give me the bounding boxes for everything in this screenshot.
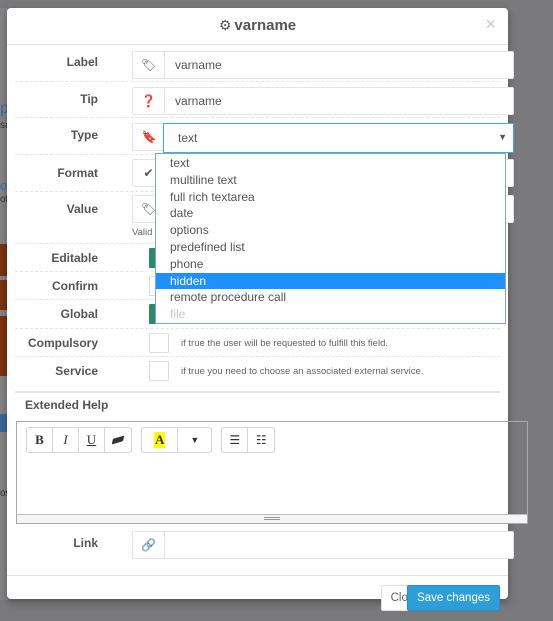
service-checkbox[interactable] (149, 361, 169, 381)
link-icon: 🔗 (133, 532, 165, 558)
eraser-icon (111, 435, 125, 445)
text-color-icon: A (154, 432, 166, 448)
label-input-group: 🏷 (132, 51, 514, 79)
modal-footer: Close Save changes (7, 575, 508, 611)
type-option[interactable]: predefined list (156, 239, 505, 256)
link-row: Link 🔗 (15, 526, 514, 566)
editor-content[interactable] (17, 458, 527, 514)
type-option[interactable]: options (156, 222, 505, 239)
close-icon[interactable]: × (485, 14, 496, 35)
tip-input-group: ❓ (132, 87, 514, 115)
caret-down-icon: ▼ (498, 132, 507, 142)
underline-button[interactable]: U (79, 428, 105, 452)
type-option[interactable]: phone (156, 256, 505, 273)
extended-help-editor: B I U A ▼ ☰ ☷ (16, 421, 528, 524)
list-ul-icon: ☰ (229, 433, 241, 447)
question-circle-icon: ❓ (133, 88, 165, 114)
compulsory-help-text: if true the user will be requested to fu… (181, 338, 388, 349)
tag-icon: 🏷 (133, 52, 165, 78)
modal-title-text: varname (234, 17, 297, 34)
type-option[interactable]: remote procedure call (156, 289, 505, 306)
type-field-label: Type (70, 128, 98, 142)
color-button[interactable]: A (142, 428, 179, 452)
service-help-text: if true you need to choose an associated… (181, 366, 424, 377)
tip-row: Tip ❓ (15, 82, 514, 118)
link-input[interactable] (165, 532, 513, 558)
italic-button[interactable]: I (53, 428, 79, 452)
editable-field-label: Editable (51, 251, 98, 265)
save-changes-button[interactable]: Save changes (407, 585, 500, 611)
color-group: A ▼ (141, 427, 213, 453)
extended-help-label: Extended Help (25, 398, 109, 412)
format-field-label: Format (57, 166, 98, 180)
type-option[interactable]: full rich textarea (156, 189, 505, 206)
modal-title: ⚙ varname (219, 17, 296, 34)
service-row: Service if true you need to choose an as… (15, 357, 500, 386)
type-option[interactable]: multiline text (156, 172, 505, 189)
label-field-label: Label (66, 55, 98, 69)
link-input-group: 🔗 (132, 531, 514, 559)
type-select[interactable]: text ▼ (163, 123, 514, 153)
unordered-list-button[interactable]: ☰ (222, 428, 249, 452)
resize-handle[interactable] (264, 517, 280, 520)
bookmark-icon: 🔖 (141, 130, 157, 144)
bold-button[interactable]: B (27, 428, 53, 452)
caret-down-icon: ▼ (190, 435, 200, 445)
editor-toolbar: B I U A ▼ ☰ ☷ (26, 427, 276, 453)
global-field-label: Global (60, 307, 98, 321)
service-field-label: Service (55, 364, 98, 378)
compulsory-row: Compulsory if true the user will be requ… (15, 329, 500, 357)
type-row: Type 🔖 text ▼ (15, 118, 514, 155)
value-field-label: Value (66, 202, 98, 216)
font-style-group: B I U (26, 427, 132, 453)
confirm-field-label: Confirm (52, 279, 98, 293)
type-option[interactable]: text (156, 155, 505, 172)
type-dropdown-list: text multiline text full rich textarea d… (155, 153, 506, 324)
gear-icon: ⚙ (218, 17, 232, 33)
type-option-highlighted[interactable]: hidden (156, 272, 505, 290)
tip-field-label: Tip (80, 92, 98, 106)
modal-header: ⚙ varname × (7, 8, 508, 45)
ordered-list-button[interactable]: ☷ (248, 428, 274, 452)
label-input[interactable] (165, 52, 513, 78)
eraser-button[interactable] (105, 428, 131, 452)
type-select-value: text (178, 131, 198, 145)
tip-input[interactable] (165, 88, 513, 114)
type-option[interactable]: date (156, 205, 505, 222)
label-row: Label 🏷 (15, 45, 514, 82)
compulsory-checkbox[interactable] (149, 333, 169, 353)
list-ol-icon: ☷ (255, 433, 267, 447)
list-group: ☰ ☷ (221, 427, 276, 453)
color-dropdown-button[interactable]: ▼ (178, 428, 211, 452)
editor-statusbar (17, 514, 527, 523)
compulsory-field-label: Compulsory (27, 336, 98, 350)
type-option-disabled: file (170, 307, 186, 322)
link-field-label: Link (73, 536, 98, 550)
section-divider (15, 391, 500, 393)
